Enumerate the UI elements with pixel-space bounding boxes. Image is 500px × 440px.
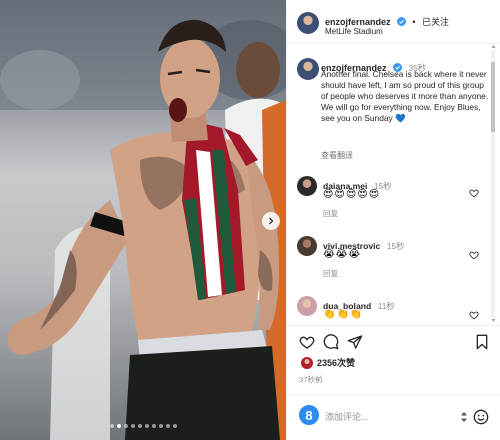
comment-avatar[interactable] <box>297 296 317 316</box>
comment-text: 😍😍😍😍😍 <box>323 189 381 200</box>
comment-text: 👏👏👏 <box>323 309 364 320</box>
like-count[interactable]: 2356次赞 <box>317 356 355 369</box>
slide-dot <box>173 424 177 428</box>
caption-author-avatar[interactable] <box>297 58 319 80</box>
comment-time: 15秒 <box>386 241 405 251</box>
likes-row[interactable]: 2356次赞 <box>301 356 355 369</box>
sort-arrows-icon[interactable] <box>459 411 469 423</box>
header-separator: • <box>412 17 416 27</box>
emoji-icon[interactable] <box>473 409 489 425</box>
comments-scrollbar[interactable] <box>491 50 495 318</box>
slide-indicator <box>110 424 177 428</box>
post-side-panel: enzojfernandez • 已关注 MetLife Stadium enz… <box>286 0 500 440</box>
chevron-right-icon <box>269 217 274 225</box>
slide-dot <box>131 424 135 428</box>
slide-dot <box>159 424 163 428</box>
follow-status[interactable]: 已关注 <box>422 17 449 27</box>
slide-dot <box>110 424 114 428</box>
verified-badge-icon <box>396 17 406 26</box>
scrollbar-thumb[interactable] <box>491 62 495 132</box>
post-timestamp[interactable]: 37秒前 <box>299 374 323 385</box>
slide-dot <box>166 424 170 428</box>
slide-dot <box>138 424 142 428</box>
comment-like-heart-icon[interactable] <box>469 310 479 320</box>
paper-plane-icon[interactable] <box>347 334 363 350</box>
slide-dot <box>145 424 149 428</box>
scroll-down-arrow-icon[interactable] <box>491 318 496 323</box>
heart-icon[interactable] <box>299 334 315 350</box>
author-avatar[interactable] <box>297 12 319 34</box>
liker-avatar <box>301 356 313 369</box>
slide-dot <box>117 424 121 428</box>
bookmark-icon[interactable] <box>475 334 489 350</box>
comment-text: 😭😭😭 <box>323 249 362 260</box>
comment-composer: 8 <box>287 395 500 440</box>
slide-dot <box>152 424 156 428</box>
emoji-icon[interactable]: 8 <box>299 405 319 425</box>
comment-like-heart-icon[interactable] <box>469 188 479 198</box>
post-header: enzojfernandez • 已关注 MetLife Stadium <box>287 0 500 44</box>
post-caption: Another final. Chelsea is back where it … <box>321 69 489 123</box>
reply-button[interactable]: 回复 <box>323 268 338 279</box>
comment-input[interactable] <box>325 410 455 424</box>
slide-dot <box>124 424 128 428</box>
post-photo[interactable] <box>0 0 286 440</box>
see-translation-link[interactable]: 查看翻译 <box>321 150 353 161</box>
scroll-up-arrow-icon[interactable] <box>491 44 496 49</box>
author-username[interactable]: enzojfernandez <box>325 17 391 27</box>
comment-avatar[interactable] <box>297 236 317 256</box>
comment-time: 11秒 <box>377 301 395 311</box>
next-slide-button[interactable] <box>262 212 280 230</box>
comment-like-heart-icon[interactable] <box>469 250 479 260</box>
player-celebration-image <box>0 0 286 440</box>
comment-avatar[interactable] <box>297 176 317 196</box>
post-location[interactable]: MetLife Stadium <box>325 27 383 36</box>
reply-button[interactable]: 回复 <box>323 208 338 219</box>
comment-bubble-icon[interactable] <box>323 334 339 350</box>
